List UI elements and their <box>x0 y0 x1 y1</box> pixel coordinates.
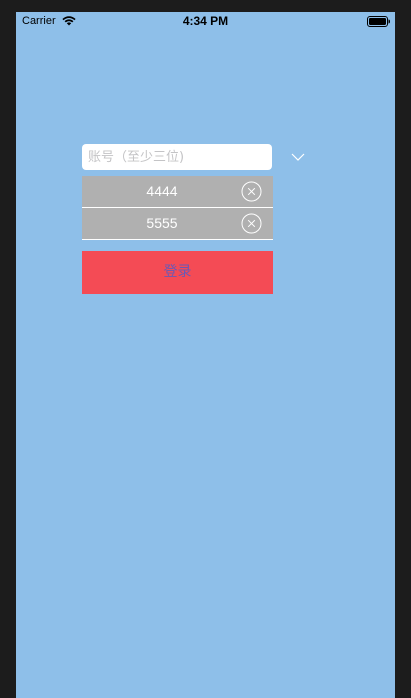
history-item[interactable]: 4444 <box>82 176 273 208</box>
history-item-value[interactable]: 4444 <box>82 176 242 207</box>
account-input[interactable] <box>82 144 272 170</box>
account-field[interactable] <box>82 144 272 170</box>
status-time: 4:34 PM <box>182 14 229 28</box>
history-item[interactable]: 5555 <box>82 208 273 240</box>
status-bar: Carrier 4:34 PM <box>16 12 395 32</box>
account-history-list: 4444 5555 <box>82 176 273 240</box>
history-item-value[interactable]: 5555 <box>82 208 242 239</box>
chevron-down-icon[interactable] <box>290 151 306 163</box>
clear-circle-icon[interactable] <box>241 181 262 202</box>
clear-circle-icon[interactable] <box>241 213 262 234</box>
battery-icon <box>367 16 390 27</box>
login-button[interactable]: 登录 <box>82 251 273 294</box>
app-screen: Carrier 4:34 PM 4444 5555 <box>16 12 395 698</box>
